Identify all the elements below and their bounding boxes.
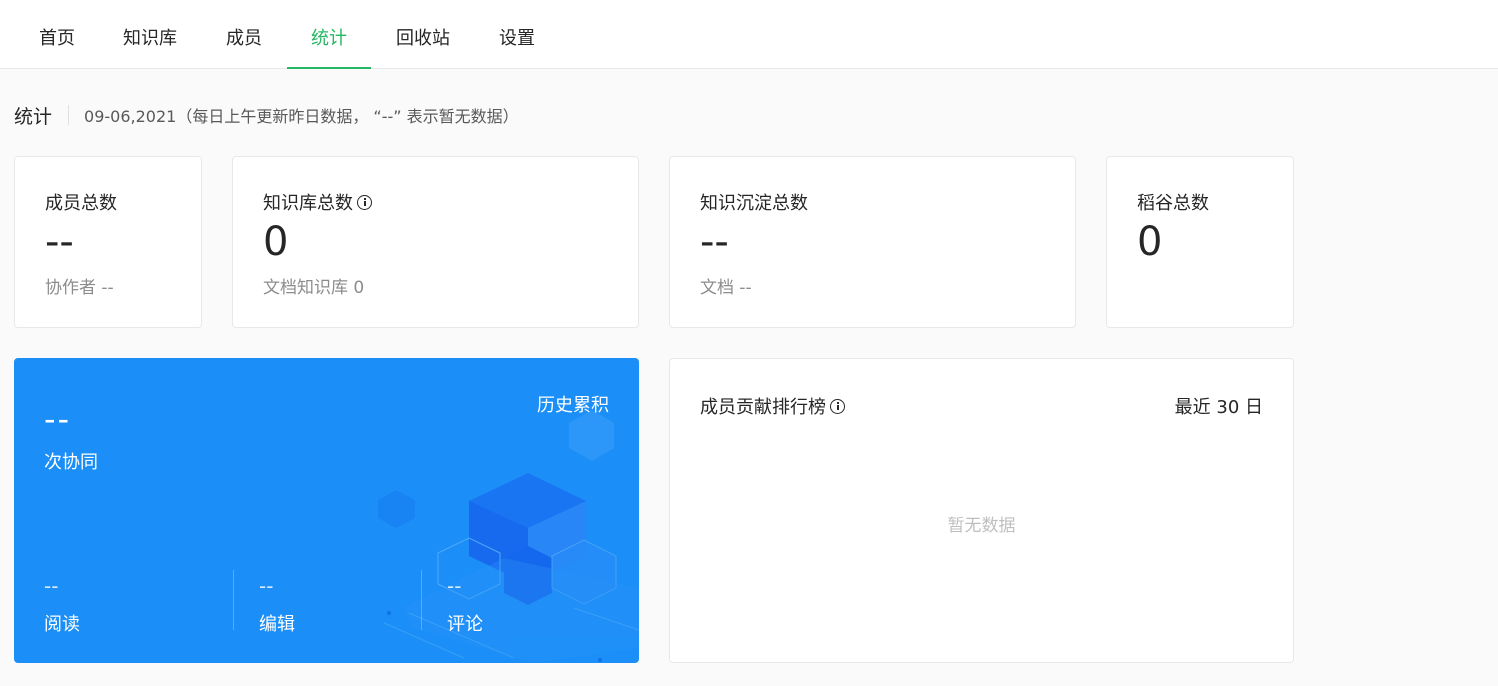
card-sub: 文档 -- xyxy=(700,278,752,298)
tab-members[interactable]: 成员 xyxy=(226,0,262,68)
tab-settings[interactable]: 设置 xyxy=(499,0,535,68)
divider xyxy=(233,570,234,630)
card-label: 知识库总数 xyxy=(263,189,372,215)
tab-statistics[interactable]: 统计 xyxy=(287,0,371,69)
page-title: 统计 xyxy=(14,105,53,128)
info-icon[interactable] xyxy=(830,398,845,414)
card-label: 知识沉淀总数 xyxy=(700,193,808,214)
rice-count-card: 稻谷总数 0 xyxy=(1106,156,1294,328)
member-contribution-ranking-panel: 成员贡献排行榜 最近 30 日 暂无数据 xyxy=(669,358,1294,663)
card-sub: 协作者 -- xyxy=(45,278,114,298)
read-count: -- xyxy=(44,574,59,598)
card-sub: 文档知识库 0 xyxy=(263,278,365,298)
info-icon[interactable] xyxy=(357,194,372,210)
member-count-card: 成员总数 -- 协作者 -- xyxy=(14,156,202,328)
card-value: -- xyxy=(700,219,729,265)
edit-label: 编辑 xyxy=(259,614,295,635)
comment-label: 评论 xyxy=(447,614,483,635)
tab-home[interactable]: 首页 xyxy=(39,0,75,68)
card-label: 稻谷总数 xyxy=(1137,193,1209,214)
knowledge-deposit-card: 知识沉淀总数 -- 文档 -- xyxy=(669,156,1076,328)
top-navigation: 首页 知识库 成员 统计 回收站 设置 xyxy=(0,0,1498,69)
tab-recycle-bin[interactable]: 回收站 xyxy=(396,0,450,68)
divider xyxy=(421,570,422,630)
card-label-text: 知识库总数 xyxy=(263,193,353,214)
empty-state: 暂无数据 xyxy=(947,516,1016,536)
comment-count: -- xyxy=(447,574,462,598)
collaboration-count: -- xyxy=(44,400,72,438)
collaboration-label: 次协同 xyxy=(44,452,98,473)
knowledge-base-count-card: 知识库总数 0 文档知识库 0 xyxy=(232,156,639,328)
card-value: -- xyxy=(45,219,74,265)
card-label: 成员总数 xyxy=(45,193,117,214)
divider xyxy=(68,105,70,125)
read-label: 阅读 xyxy=(44,614,80,635)
ranking-range-selector[interactable]: 最近 30 日 xyxy=(1175,393,1263,419)
statistics-header: 统计 09-06,2021（每日上午更新昨日数据， “--” 表示暂无数据） xyxy=(14,100,519,130)
collaboration-panel: -- 次协同 历史累积 -- 阅读 -- 编辑 -- 评论 xyxy=(14,358,639,663)
card-value: 0 xyxy=(1137,219,1163,265)
ranking-title: 成员贡献排行榜 xyxy=(700,393,845,419)
card-value: 0 xyxy=(263,219,289,265)
edit-count: -- xyxy=(259,574,274,598)
tab-knowledge-base[interactable]: 知识库 xyxy=(123,0,177,68)
update-note: 09-06,2021（每日上午更新昨日数据， “--” 表示暂无数据） xyxy=(84,107,519,126)
ranking-title-text: 成员贡献排行榜 xyxy=(700,397,826,418)
history-total-label: 历史累积 xyxy=(537,395,609,416)
